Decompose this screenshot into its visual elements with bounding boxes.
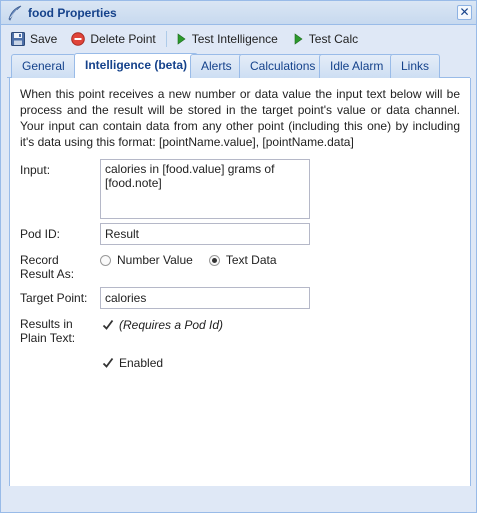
record-label-line-2: Result As: <box>20 267 75 281</box>
number-value-label[interactable]: Number Value <box>117 253 193 267</box>
play-icon <box>177 33 186 45</box>
plain-text-checkbox-label: (Requires a Pod Id) <box>119 318 224 332</box>
tab-links[interactable]: Links <box>390 54 441 78</box>
tab-idle-alarm[interactable]: Idle Alarm <box>319 54 395 78</box>
record-label: Record Result As: <box>20 253 74 281</box>
plain-text-label-line-2: Plain Text: <box>20 331 76 345</box>
feather-icon <box>7 5 23 21</box>
close-icon[interactable]: ✕ <box>457 5 472 20</box>
play-icon <box>294 33 303 45</box>
pod-id-input[interactable] <box>100 223 310 245</box>
text-data-radio[interactable] <box>208 254 220 266</box>
input-label: Input: <box>20 163 51 177</box>
delete-point-button[interactable]: Delete Point <box>67 29 159 49</box>
delete-label: Delete Point <box>90 32 156 46</box>
target-point-input[interactable] <box>100 287 310 309</box>
intelligence-panel: When this point receives a new number or… <box>9 78 471 488</box>
save-label: Save <box>30 32 58 46</box>
save-button[interactable]: Save <box>7 29 61 49</box>
delete-icon <box>71 32 86 46</box>
text-data-label[interactable]: Text Data <box>226 253 277 267</box>
toolbar-separator <box>165 31 167 47</box>
record-label-line-1: Record <box>20 253 59 267</box>
window-title: food Properties <box>28 6 117 20</box>
test-intelligence-button[interactable]: Test Intelligence <box>171 29 282 49</box>
plain-text-checkbox[interactable] <box>102 319 114 331</box>
test-calc-label: Test Calc <box>308 32 359 46</box>
plain-text-checkbox-row: (Requires a Pod Id) <box>102 318 223 332</box>
tab-intelligence[interactable]: Intelligence (beta) <box>74 53 199 78</box>
record-radio-group: Number Value Text Data <box>100 253 293 267</box>
enabled-label: Enabled <box>119 356 164 370</box>
plain-text-label-line-1: Results in <box>20 317 73 331</box>
number-value-radio[interactable] <box>100 254 111 266</box>
floppy-disk-icon <box>11 32 25 46</box>
test-intelligence-label: Test Intelligence <box>191 32 278 46</box>
test-calc-button[interactable]: Test Calc <box>288 29 362 49</box>
plain-text-label: Results in Plain Text: <box>20 317 75 345</box>
enabled-checkbox-row: Enabled <box>102 356 163 370</box>
dialog-footer <box>1 486 476 512</box>
properties-dialog: food Properties ✕ Save Delete Point Test… <box>0 0 477 513</box>
toolbar: Save Delete Point Test Intelligence Test… <box>7 28 470 50</box>
tab-alerts[interactable]: Alerts <box>190 54 243 78</box>
tab-bar: General Intelligence (beta) Alerts Calcu… <box>7 52 470 78</box>
target-point-label: Target Point: <box>20 291 88 305</box>
tab-general[interactable]: General <box>11 54 76 78</box>
input-textarea[interactable]: calories in [food.value] grams of [food.… <box>100 159 310 219</box>
tab-calculations[interactable]: Calculations <box>239 54 327 78</box>
title-bar[interactable]: food Properties ✕ <box>1 1 476 25</box>
intro-text: When this point receives a new number or… <box>20 87 460 149</box>
pod-id-label: Pod ID: <box>20 227 61 241</box>
enabled-checkbox[interactable] <box>102 357 114 369</box>
